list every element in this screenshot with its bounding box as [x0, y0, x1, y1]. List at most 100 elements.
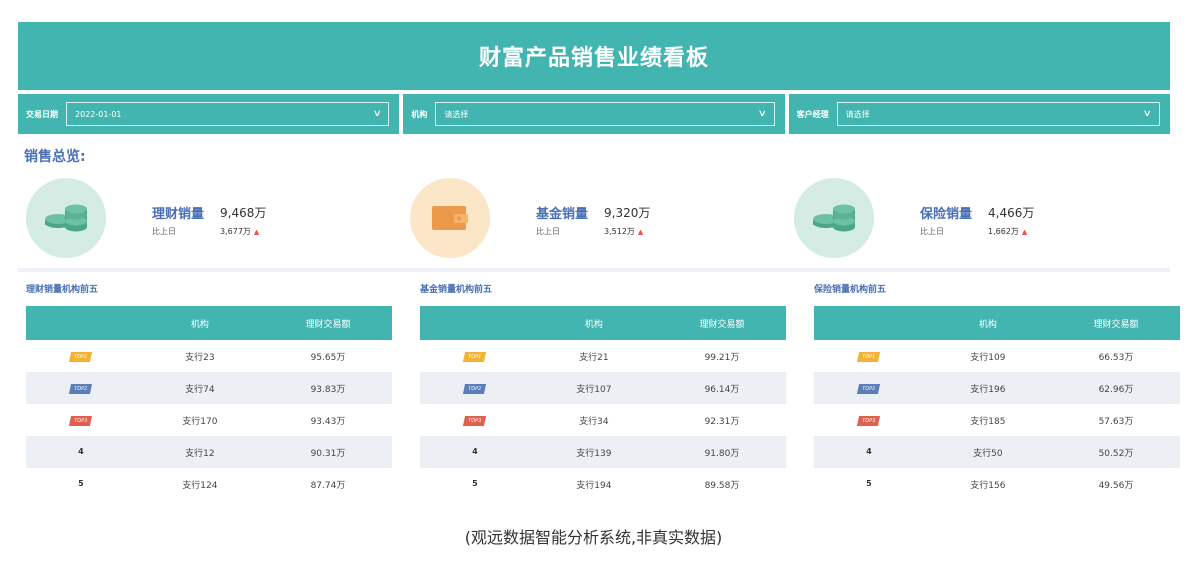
table-row[interactable]: TOP1 支行23 95.65万 [26, 340, 392, 372]
rank-cell: 5 [26, 468, 136, 500]
select-value: 请选择 [444, 109, 469, 119]
kpi-name: 理财销量 [152, 207, 205, 222]
rank-cell: TOP3 [814, 404, 924, 436]
filter-org: 机构 请选择 ∨ [403, 94, 785, 134]
kpi-value: 4,466万 [988, 206, 1035, 220]
kpi-compare-value: 3,677万 [220, 227, 251, 236]
column-header[interactable]: 理财交易额 [658, 306, 786, 340]
ranking-table: 机构 理财交易额 TOP1 支行21 99.21万 TOP2 支行107 96.14万 TO… [420, 306, 786, 500]
amount-cell: 66.53万 [1098, 352, 1134, 363]
table-row[interactable]: TOP3 支行170 93.43万 [26, 404, 392, 436]
table-row[interactable]: TOP3 支行34 92.31万 [420, 404, 786, 436]
rank-cell: TOP1 [814, 340, 924, 372]
table-title: 基金销量机构前五 [420, 285, 493, 295]
manager-select[interactable]: 请选择 ∨ [836, 102, 1160, 126]
org-cell: 支行34 [579, 416, 609, 427]
kpi-compare-label: 比上日 [536, 227, 560, 236]
org-cell: 支行156 [970, 480, 1006, 491]
table-header-row: 机构 理财交易额 [814, 306, 1180, 340]
org-select[interactable]: 请选择 ∨ [435, 102, 775, 126]
table-row[interactable]: TOP2 支行107 96.14万 [420, 372, 786, 404]
table-row[interactable]: 5 支行194 89.58万 [420, 468, 786, 500]
table-body: TOP1 支行23 95.65万 TOP2 支行74 93.83万 TOP3 支行170 93.… [26, 340, 392, 500]
filter-label: 交易日期 [26, 109, 58, 119]
column-header[interactable]: 机构 [136, 306, 264, 340]
org-cell: 支行50 [973, 448, 1003, 459]
rank-cell: 5 [814, 468, 924, 500]
table-row[interactable]: 5 支行124 87.74万 [26, 468, 392, 500]
amount-cell: 96.14万 [704, 384, 740, 395]
trade-date-select[interactable]: 2022-01-01 ∨ [66, 102, 390, 126]
rank-cell: TOP2 [420, 372, 530, 404]
table-row[interactable]: 4 支行50 50.52万 [814, 436, 1180, 468]
coins-icon [45, 204, 87, 232]
ranking-table-fund: 基金销量机构前五 机构 理财交易额 TOP1 支行21 99.21万 TOP2 支行10… [420, 276, 786, 496]
kpi-name: 保险销量 [920, 207, 973, 222]
rank-cell: TOP2 [814, 372, 924, 404]
org-cell: 支行124 [182, 480, 218, 491]
select-value: 请选择 [845, 109, 870, 119]
amount-cell: 95.65万 [310, 352, 346, 363]
table-row[interactable]: TOP2 支行74 93.83万 [26, 372, 392, 404]
table-header-row: 机构 理财交易额 [420, 306, 786, 340]
org-cell: 支行185 [970, 416, 1006, 427]
kpi-compare-label: 比上日 [152, 227, 176, 236]
table-row[interactable]: 4 支行12 90.31万 [26, 436, 392, 468]
table-row[interactable]: TOP1 支行21 99.21万 [420, 340, 786, 372]
kpi-card-wealth: 理财销量 9,468万 比上日 3,677万 ▲ [18, 170, 402, 268]
table-row[interactable]: TOP3 支行185 57.63万 [814, 404, 1180, 436]
column-header [814, 306, 924, 340]
rank-number: 4 [866, 447, 872, 456]
rank-badge: TOP3 [69, 415, 93, 426]
rank-badge: TOP1 [463, 351, 487, 362]
wallet-icon [432, 206, 468, 230]
amount-cell: 92.31万 [704, 416, 740, 427]
kpi-card-fund: 基金销量 9,320万 比上日 3,512万 ▲ [402, 170, 786, 268]
org-cell: 支行109 [970, 352, 1006, 363]
ranking-tables: 理财销量机构前五 机构 理财交易额 TOP1 支行23 95.65万 TOP2 支行74… [18, 276, 1180, 496]
org-cell: 支行196 [970, 384, 1006, 395]
footer-note: (观远数据智能分析系统,非真实数据) [464, 528, 723, 547]
table-row[interactable]: TOP2 支行196 62.96万 [814, 372, 1180, 404]
filter-label: 机构 [411, 109, 428, 119]
amount-cell: 49.56万 [1098, 480, 1134, 491]
rank-cell: TOP2 [26, 372, 136, 404]
rank-number: 5 [78, 479, 84, 488]
chevron-down-icon: ∨ [1143, 109, 1153, 119]
ranking-table: 机构 理财交易额 TOP1 支行23 95.65万 TOP2 支行74 93.83万 TOP… [26, 306, 392, 500]
amount-cell: 91.80万 [704, 448, 740, 459]
filter-label: 客户经理 [796, 109, 829, 119]
kpi-compare-label: 比上日 [920, 227, 944, 236]
column-header [26, 306, 136, 340]
column-header[interactable]: 理财交易额 [264, 306, 392, 340]
rank-cell: 4 [814, 436, 924, 468]
rank-badge: TOP1 [69, 351, 93, 362]
org-cell: 支行194 [576, 480, 612, 491]
ranking-table-insurance: 保险销量机构前五 机构 理财交易额 TOP1 支行109 66.53万 TOP2 支行1… [814, 276, 1180, 496]
arrow-up-icon: ▲ [637, 228, 644, 236]
org-cell: 支行21 [579, 352, 609, 363]
kpi-compare: 1,662万 ▲ [988, 226, 1027, 237]
kpi-card-insurance: 保险销量 4,466万 比上日 1,662万 ▲ [786, 170, 1170, 268]
chevron-down-icon: ∨ [757, 109, 767, 119]
org-cell: 支行74 [185, 384, 215, 395]
table-row[interactable]: TOP1 支行109 66.53万 [814, 340, 1180, 372]
column-header[interactable]: 理财交易额 [1052, 306, 1180, 340]
kpi-icon-circle [26, 178, 106, 258]
filter-bar: 交易日期 2022-01-01 ∨ 机构 请选择 ∨ 客户经理 请选择 ∨ [18, 94, 1170, 134]
rank-cell: TOP3 [420, 404, 530, 436]
rank-number: 4 [472, 447, 478, 456]
rank-number: 4 [78, 447, 84, 456]
kpi-value: 9,320万 [604, 206, 651, 220]
column-header[interactable]: 机构 [924, 306, 1052, 340]
amount-cell: 93.83万 [310, 384, 346, 395]
rank-badge: TOP2 [69, 383, 93, 394]
column-header[interactable]: 机构 [530, 306, 658, 340]
rank-cell: TOP1 [26, 340, 136, 372]
amount-cell: 90.31万 [310, 448, 346, 459]
kpi-compare: 3,512万 ▲ [604, 226, 643, 237]
rank-badge: TOP2 [857, 383, 881, 394]
table-row[interactable]: 4 支行139 91.80万 [420, 436, 786, 468]
table-row[interactable]: 5 支行156 49.56万 [814, 468, 1180, 500]
amount-cell: 87.74万 [310, 480, 346, 491]
